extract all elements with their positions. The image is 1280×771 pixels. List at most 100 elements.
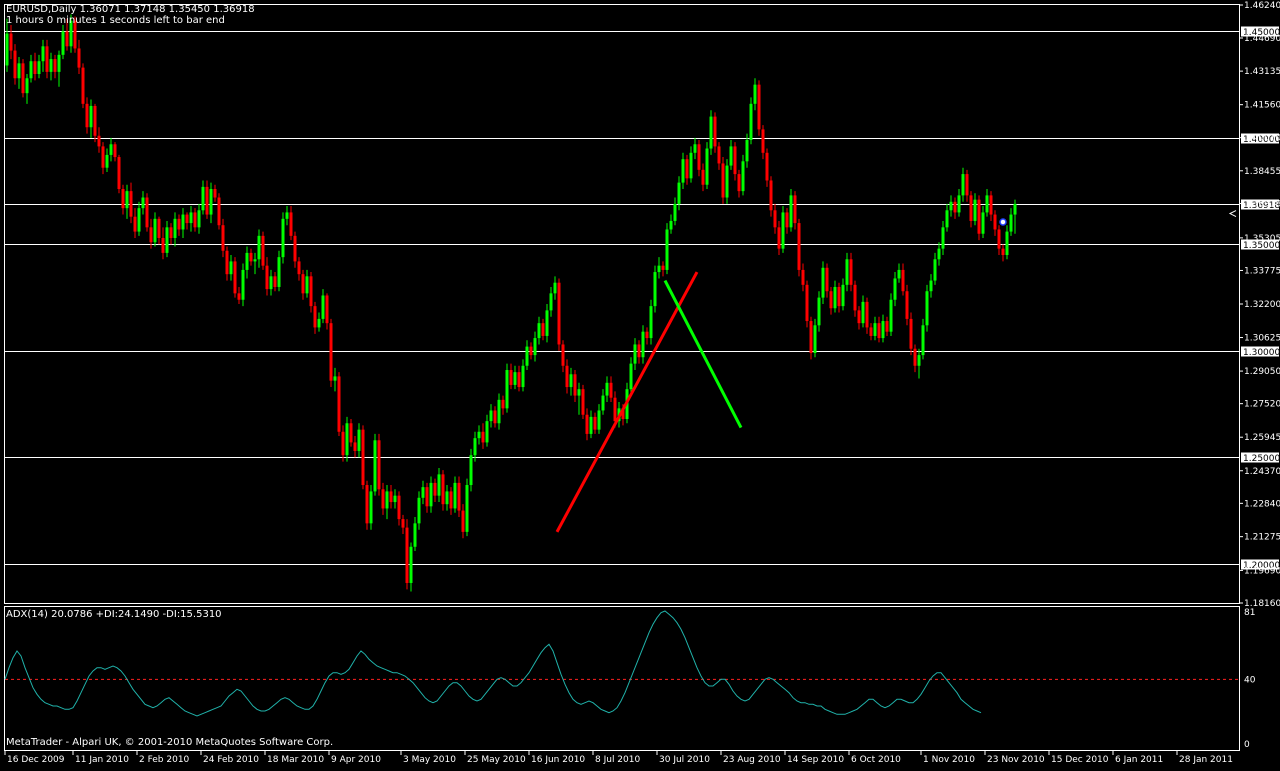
candle-body bbox=[813, 325, 817, 353]
candle-body bbox=[797, 223, 801, 270]
candle-body bbox=[993, 214, 997, 230]
candle-body bbox=[569, 374, 573, 388]
candle-body bbox=[177, 218, 181, 230]
candle-body bbox=[565, 365, 569, 388]
candle-body bbox=[477, 431, 481, 439]
time-tick-label: 24 Feb 2010 bbox=[203, 755, 259, 765]
candle-body bbox=[317, 318, 321, 328]
candle-body bbox=[253, 259, 257, 262]
candle-body bbox=[129, 191, 133, 217]
price-tick-label: 1.21275 bbox=[1244, 533, 1280, 543]
candle-body bbox=[609, 382, 613, 398]
candle-body bbox=[753, 84, 757, 104]
candle-body bbox=[277, 257, 281, 287]
price-tick-label: 1.44690 bbox=[1244, 34, 1280, 44]
candle-body bbox=[377, 440, 381, 490]
current-price-marker bbox=[999, 218, 1007, 226]
candle-body bbox=[821, 267, 825, 298]
candle-body bbox=[505, 370, 509, 409]
time-tick-label: 28 Jan 2011 bbox=[1179, 755, 1233, 765]
candle-body bbox=[249, 252, 253, 262]
candle-body bbox=[117, 157, 121, 189]
candle-body bbox=[633, 344, 637, 364]
candle-body bbox=[457, 482, 461, 511]
candle-body bbox=[481, 431, 485, 443]
candle-body bbox=[101, 146, 105, 168]
time-tick-label: 6 Jan 2011 bbox=[1115, 755, 1163, 765]
candle-body bbox=[41, 46, 45, 62]
adx-title: ADX(14) 20.0786 +DI:24.1490 -DI:15.5310 bbox=[6, 609, 222, 620]
candle-body bbox=[949, 201, 953, 211]
time-tick-label: 8 Jul 2010 bbox=[595, 755, 640, 765]
candle-body bbox=[897, 269, 901, 279]
candle-body bbox=[329, 323, 333, 381]
candle-body bbox=[237, 293, 241, 300]
candle-body bbox=[337, 376, 341, 432]
candle-body bbox=[485, 421, 489, 443]
candle-body bbox=[33, 61, 37, 74]
candle-body bbox=[193, 212, 197, 228]
candle-body bbox=[733, 146, 737, 175]
candle-body bbox=[965, 174, 969, 196]
candle-body bbox=[673, 203, 677, 221]
candle-body bbox=[865, 301, 869, 328]
candle-body bbox=[425, 487, 429, 507]
candle-body bbox=[721, 163, 725, 198]
price-tick-label: 1.46240 bbox=[1244, 1, 1280, 11]
candle-body bbox=[765, 152, 769, 181]
candle-body bbox=[589, 416, 593, 434]
candle-body bbox=[201, 186, 205, 211]
candle-body bbox=[53, 59, 57, 72]
price-tick-label: 1.36918 bbox=[1244, 200, 1280, 210]
candle-body bbox=[885, 321, 889, 332]
candle-body bbox=[769, 180, 773, 211]
candle-body bbox=[881, 321, 885, 339]
candle-body bbox=[801, 269, 805, 285]
candle-body bbox=[945, 210, 949, 228]
candle-body bbox=[597, 410, 601, 430]
candle-body bbox=[577, 389, 581, 396]
candle-body bbox=[969, 195, 973, 221]
candle-body bbox=[745, 140, 749, 162]
level-label: 1.30000 bbox=[1243, 348, 1280, 358]
candle-body bbox=[729, 146, 733, 166]
candle-body bbox=[77, 48, 81, 68]
candle-body bbox=[349, 423, 353, 443]
candle-body bbox=[37, 61, 41, 74]
candle-body bbox=[81, 67, 85, 104]
time-tick-label: 1 Nov 2010 bbox=[923, 755, 975, 765]
candle-body bbox=[273, 276, 277, 287]
candle-body bbox=[665, 229, 669, 270]
price-tick-label: 1.24370 bbox=[1244, 467, 1280, 477]
candle-body bbox=[681, 159, 685, 183]
candle-body bbox=[685, 159, 689, 179]
price-tick-label: 1.32200 bbox=[1244, 300, 1280, 310]
candle-body bbox=[977, 199, 981, 234]
time-tick-label: 23 Aug 2010 bbox=[723, 755, 781, 765]
candle-body bbox=[157, 218, 161, 238]
candle-body bbox=[113, 144, 117, 158]
candle-body bbox=[153, 218, 157, 243]
candle-body bbox=[293, 235, 297, 262]
candle-body bbox=[209, 189, 213, 215]
candle-body bbox=[605, 382, 609, 396]
candle-body bbox=[809, 321, 813, 353]
candle-body bbox=[981, 212, 985, 234]
candle-body bbox=[905, 291, 909, 319]
candle-body bbox=[405, 527, 409, 583]
candle-body bbox=[361, 429, 365, 486]
candle-body bbox=[989, 195, 993, 215]
candle-body bbox=[917, 355, 921, 366]
candle-body bbox=[873, 323, 877, 336]
candle-body bbox=[265, 265, 269, 290]
price-tick-label: 1.35305 bbox=[1244, 234, 1280, 244]
candle-body bbox=[925, 291, 929, 326]
candle-body bbox=[133, 216, 137, 232]
candle-body bbox=[413, 523, 417, 547]
metatrader-chart-window[interactable]: 1.45000 1.40000 1.36918 1.35000 1.30000 1.250… bbox=[0, 0, 1280, 768]
candle-body bbox=[21, 63, 25, 94]
chart-canvas[interactable]: 1.450001.400001.369181.350001.300001.250… bbox=[0, 0, 1280, 768]
candle-body bbox=[833, 286, 837, 309]
candle-body bbox=[853, 284, 857, 311]
candle-body bbox=[369, 491, 373, 524]
